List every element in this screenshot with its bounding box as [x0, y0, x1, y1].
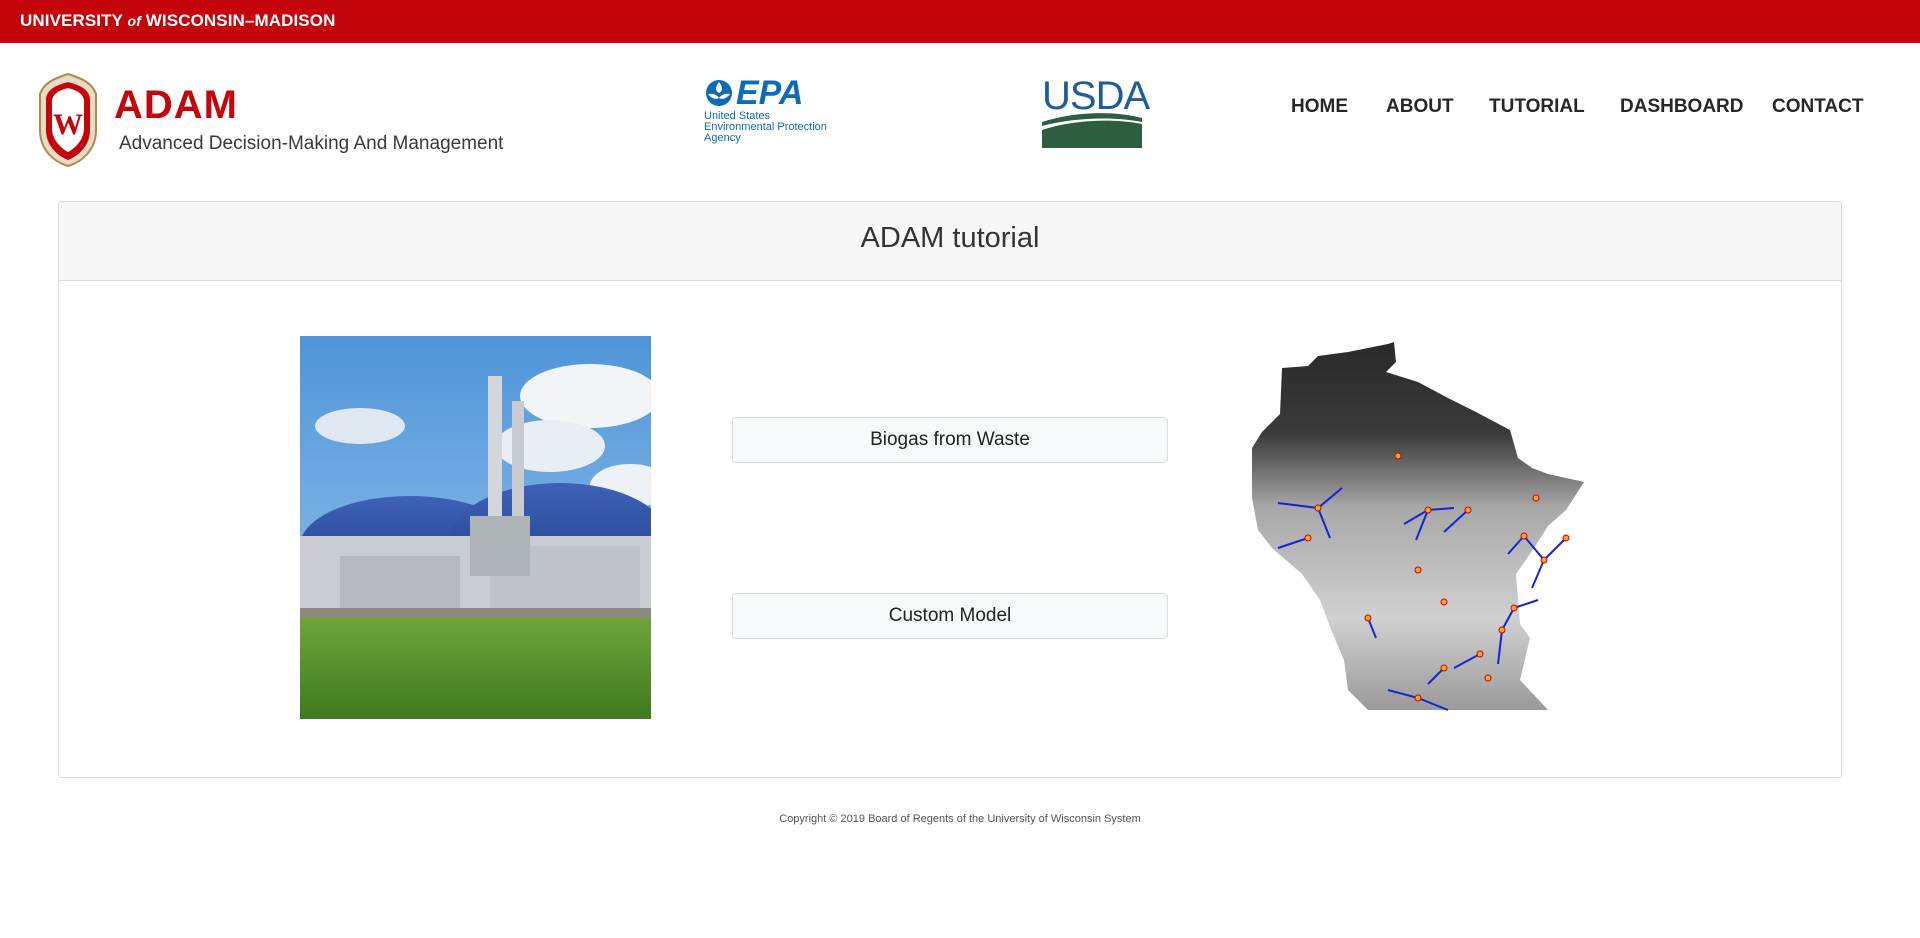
nav-about[interactable]: ABOUT	[1386, 96, 1454, 118]
copyright-text: Copyright © 2019 Board of Regents of the…	[779, 813, 1141, 825]
card-header: ADAM tutorial	[59, 202, 1841, 281]
epa-caption-line: Agency	[704, 132, 741, 144]
wisconsin-network-map	[1252, 342, 1584, 711]
svg-text:W: W	[53, 108, 83, 141]
epa-wordmark: EPA	[736, 74, 804, 112]
card-title: ADAM tutorial	[860, 222, 1040, 254]
nav-contact[interactable]: CONTACT	[1772, 96, 1863, 118]
university-name-pre: UNIVERSITY	[20, 11, 128, 30]
university-link[interactable]: UNIVERSITY of WISCONSIN–MADISON	[20, 11, 335, 31]
university-name-of: of	[127, 13, 141, 29]
epa-logo[interactable]: EPA United States Environmental Protecti…	[704, 76, 844, 150]
biogas-from-waste-button[interactable]: Biogas from Waste	[732, 417, 1168, 463]
usda-logo[interactable]: USDA	[1040, 76, 1150, 148]
university-name-post: WISCONSIN–MADISON	[140, 11, 336, 30]
biogas-plant-image	[300, 336, 651, 719]
nav-tutorial[interactable]: TUTORIAL	[1489, 96, 1585, 118]
site-subtitle: Advanced Decision-Making And Management	[119, 133, 504, 154]
epa-caption: United States Environmental Protection A…	[704, 111, 827, 144]
nav-home[interactable]: HOME	[1291, 96, 1348, 118]
nav-dashboard[interactable]: DASHBOARD	[1620, 96, 1744, 118]
usda-fields-icon	[1042, 113, 1142, 148]
university-bar: UNIVERSITY of WISCONSIN–MADISON	[0, 0, 1920, 43]
custom-model-button[interactable]: Custom Model	[732, 593, 1168, 639]
uw-crest-icon[interactable]: W	[36, 72, 100, 168]
site-title[interactable]: ADAM	[114, 82, 238, 128]
